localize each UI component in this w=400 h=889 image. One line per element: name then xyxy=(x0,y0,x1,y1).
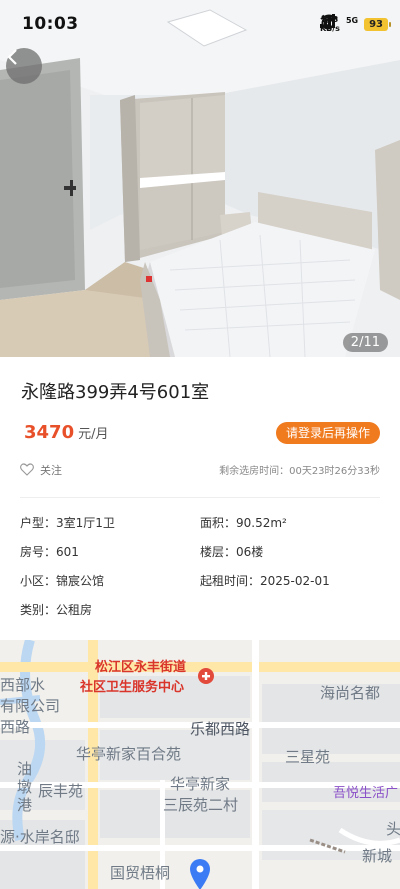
attr-label: 面积： xyxy=(200,516,237,530)
attr-label: 房号： xyxy=(20,545,57,559)
attr-value: 锦宸公馆 xyxy=(56,574,105,588)
photo-counter: 2/11 xyxy=(342,333,388,352)
attr-floor: 楼层：06楼 xyxy=(200,543,263,560)
battery-level: 93 xyxy=(364,17,391,31)
map-label-shuian: 源·水岸名邸 xyxy=(0,828,80,846)
price-row: 3470 元/月 请登录后再操作 xyxy=(24,422,380,448)
attr-area: 面积：90.52m² xyxy=(200,514,287,531)
rent-price: 3470 xyxy=(24,422,75,443)
map-label-haishang: 海尚名都 xyxy=(320,684,381,702)
listing-photo[interactable]: 10:03 533 KB/s 5G xyxy=(0,0,400,357)
attr-layout: 户型：3室1厅1卫 xyxy=(20,514,115,531)
map-label-chenfeng: 辰丰苑 xyxy=(38,782,84,800)
attr-value: 601 xyxy=(56,545,79,559)
follow-row: 关注 剩余选房时间：00天23时26分33秒 xyxy=(20,462,380,480)
room-photo-illustration xyxy=(0,0,400,357)
attr-value: 3室1厅1卫 xyxy=(56,516,115,530)
map-canvas xyxy=(0,640,400,889)
price-unit: 元/月 xyxy=(78,427,109,442)
status-time: 10:03 xyxy=(22,14,79,34)
selection-countdown: 剩余选房时间：00天23时26分33秒 xyxy=(219,466,380,477)
attr-label: 楼层： xyxy=(200,545,237,559)
map-label-gang: 港 xyxy=(17,796,33,814)
map-label-clinic: 社区卫生服务中心 xyxy=(80,680,185,695)
attr-label: 户型： xyxy=(20,516,57,530)
map-label-west-road: 西路 xyxy=(0,718,31,736)
login-to-operate-button[interactable]: 请登录后再操作 xyxy=(276,422,380,444)
chevron-left-icon xyxy=(7,49,17,65)
listing-title: 永隆路399弄4号601室 xyxy=(21,382,210,403)
network-type: 5G xyxy=(345,15,359,25)
follow-button[interactable]: 关注 xyxy=(40,462,62,478)
attr-lease-start: 起租时间：2025-02-01 xyxy=(200,572,330,589)
map-label-guomao: 国贸梧桐 xyxy=(110,864,171,882)
map-label-ledu-road: 乐都西路 xyxy=(190,720,251,738)
attr-label: 类别： xyxy=(20,603,57,617)
map-label-sanchen: 三辰苑二村 xyxy=(163,796,239,814)
map-label-baihe: 华亭新家百合苑 xyxy=(76,745,182,763)
attr-label: 起租时间： xyxy=(200,574,261,588)
status-bar: 10:03 533 KB/s 5G xyxy=(0,0,400,48)
map-label-west-b: 有限公司 xyxy=(0,697,61,715)
location-map[interactable]: 松江区永丰街道 社区卫生服务中心 西部水 有限公司 西路 乐都西路 海尚名都 华… xyxy=(0,640,400,889)
map-label-xincheng: 新城 xyxy=(362,847,393,865)
attr-value: 公租房 xyxy=(56,603,93,617)
map-label-huating: 华亭新家 xyxy=(170,775,231,793)
back-button[interactable] xyxy=(6,48,42,84)
status-icons: 533 KB/s 5G 93 xyxy=(319,14,391,34)
heart-icon[interactable] xyxy=(20,463,34,476)
attr-category: 类别：公租房 xyxy=(20,601,92,618)
attr-value: 06楼 xyxy=(236,545,264,559)
divider xyxy=(20,497,380,498)
attr-value: 90.52m² xyxy=(236,516,287,530)
map-label-right-edge: 头 xyxy=(386,820,400,838)
attr-community: 小区：锦宸公馆 xyxy=(20,572,104,589)
wifi-icon xyxy=(320,14,338,28)
map-label-sanxing: 三星苑 xyxy=(285,748,331,766)
attr-value: 2025-02-01 xyxy=(260,574,330,588)
attr-room-number: 房号：601 xyxy=(20,543,79,560)
map-label-west-a: 西部水 xyxy=(0,676,46,694)
map-label-street: 松江区永丰街道 xyxy=(95,660,187,675)
attr-label: 小区： xyxy=(20,574,57,588)
map-label-wuyue: 吾悦生活广 xyxy=(333,786,399,801)
